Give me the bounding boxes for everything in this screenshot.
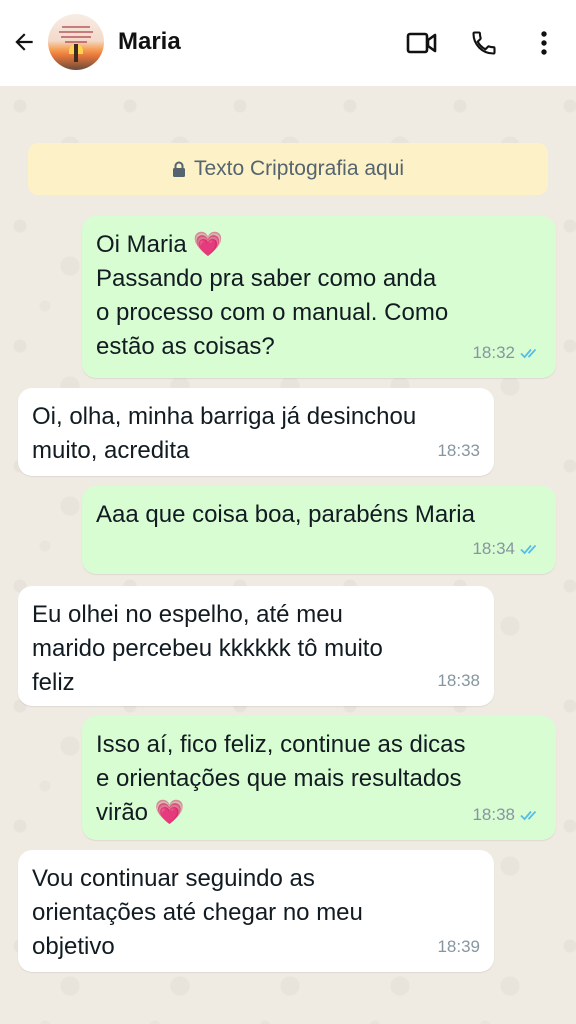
message-time: 18:38 <box>472 805 515 824</box>
encryption-text: Texto Criptografia aqui <box>193 157 405 180</box>
message-outgoing[interactable]: Oi Maria 💗 Passando pra saber como anda … <box>82 216 556 378</box>
message-time: 18:32 <box>472 343 515 362</box>
message-text: Eu olhei no espelho, até meu marido perc… <box>32 601 383 696</box>
double-check-icon <box>520 808 542 822</box>
contact-name[interactable]: Maria <box>118 28 181 56</box>
double-check-icon <box>520 542 542 556</box>
message-incoming[interactable]: Eu olhei no espelho, até meu marido perc… <box>18 586 494 706</box>
message-meta: 18:39 <box>437 930 480 964</box>
message-meta: 18:32 <box>472 336 542 370</box>
message-text: Vou continuar seguindo as orientações at… <box>32 865 363 960</box>
chat-header: Maria <box>0 0 576 86</box>
video-call-icon[interactable] <box>405 26 439 60</box>
message-time: 18:34 <box>472 539 515 558</box>
message-meta: 18:33 <box>437 434 480 468</box>
message-incoming[interactable]: Oi, olha, minha barriga já desinchou mui… <box>18 388 494 476</box>
message-text: Oi, olha, minha barriga já desinchou mui… <box>32 403 417 464</box>
message-outgoing[interactable]: Aaa que coisa boa, parabéns Maria 18:34 <box>82 486 556 574</box>
message-incoming[interactable]: Vou continuar seguindo as orientações at… <box>18 850 494 972</box>
phone-icon[interactable] <box>467 26 501 60</box>
message-meta: 18:38 <box>472 798 542 832</box>
message-meta: 18:38 <box>437 664 480 698</box>
back-arrow-icon[interactable] <box>8 26 40 58</box>
lock-icon <box>172 161 186 177</box>
message-text: Aaa que coisa boa, parabéns Maria <box>96 501 475 528</box>
encryption-notice[interactable]: Texto Criptografia aqui <box>28 143 548 195</box>
message-meta: 18:34 <box>472 532 542 566</box>
avatar[interactable] <box>48 14 104 70</box>
message-outgoing[interactable]: Isso aí, fico feliz, continue as dicas e… <box>82 716 556 840</box>
double-check-icon <box>520 346 542 360</box>
message-time: 18:38 <box>437 671 480 690</box>
message-time: 18:39 <box>437 937 480 956</box>
more-vert-icon[interactable] <box>527 26 561 60</box>
message-time: 18:33 <box>437 441 480 460</box>
